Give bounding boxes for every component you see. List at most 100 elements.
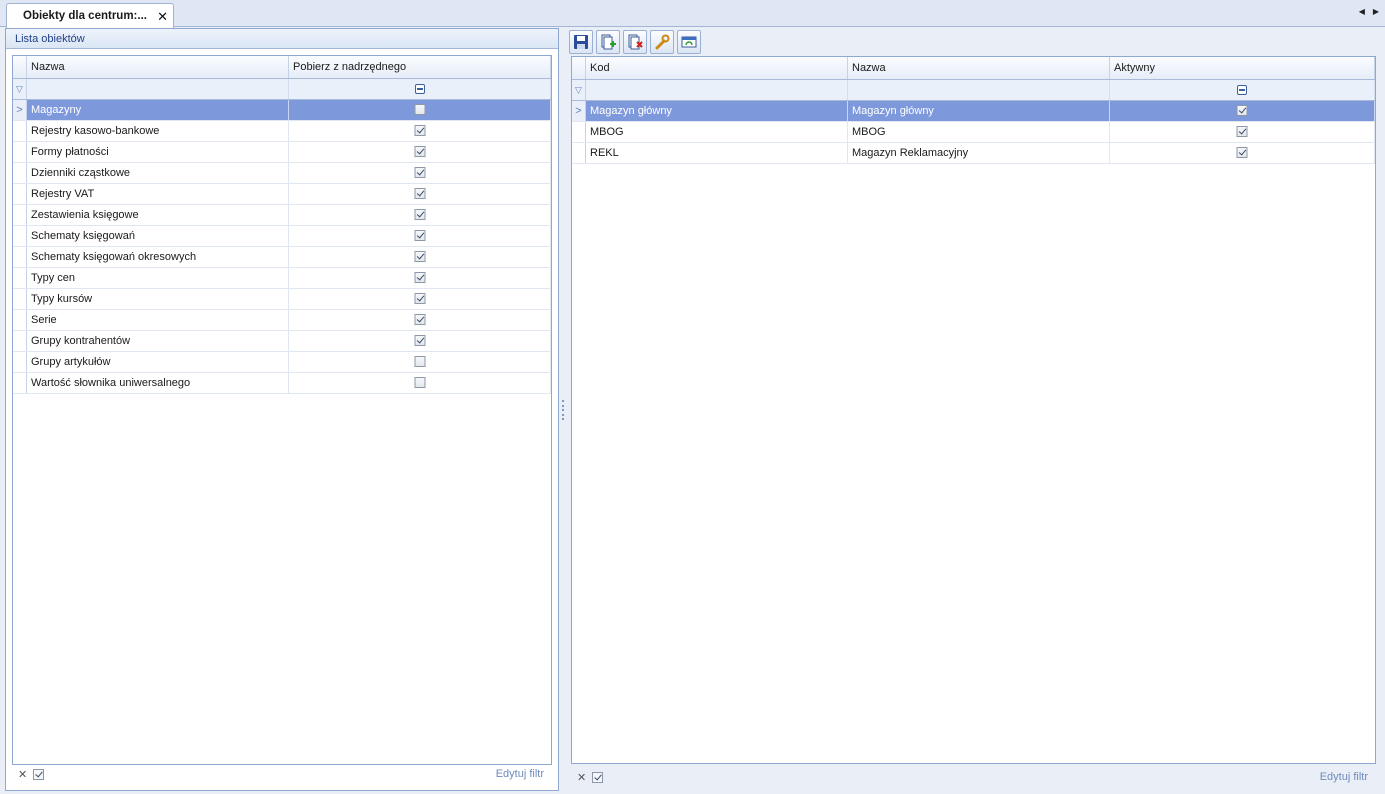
filter-cell-kod[interactable] [586,80,848,100]
refresh-window-icon [681,36,697,47]
cell-nazwa: Serie [27,310,289,330]
table-row[interactable]: Typy kursów [13,289,551,310]
cell-pobierz [289,184,551,204]
row-indicator[interactable] [13,289,27,309]
row-indicator[interactable] [13,373,27,393]
filter-checkbox-icon[interactable] [414,84,425,94]
row-indicator[interactable]: > [572,101,586,121]
inherit-checkbox[interactable] [414,125,425,136]
filter-enabled-checkbox[interactable] [33,768,45,780]
scroll-left-icon[interactable]: ◀ [1359,7,1365,16]
inherit-checkbox[interactable] [414,209,425,220]
table-row[interactable]: Typy cen [13,268,551,289]
inherit-checkbox[interactable] [414,377,425,388]
edit-filter-link[interactable]: Edytuj filtr [496,768,544,780]
filter-row[interactable]: ▽ [572,80,1375,101]
row-indicator[interactable] [13,226,27,246]
inherit-checkbox[interactable] [414,230,425,241]
inherit-checkbox[interactable] [414,146,425,157]
close-icon[interactable]: ✕ [157,9,168,25]
column-header-kod[interactable]: Kod [586,57,848,79]
cell-nazwa: Grupy artykułów [27,352,289,372]
filter-checkbox-icon[interactable] [1237,85,1247,95]
cell-kod: REKL [586,143,848,163]
column-header-aktywny[interactable]: Aktywny [1110,57,1375,79]
table-row[interactable]: Wartość słownika uniwersalnego [13,373,551,394]
filter-cell-pobierz[interactable] [289,79,551,99]
filter-cell-nazwa[interactable] [848,80,1110,100]
active-checkbox[interactable] [1236,105,1248,116]
cell-pobierz [289,247,551,267]
filter-cell-nazwa[interactable] [27,79,289,99]
table-row[interactable]: MBOG MBOG [572,122,1375,143]
row-indicator[interactable] [13,352,27,372]
row-indicator[interactable] [572,122,586,142]
object-list-rows: > Magazyny Rejestry kasowo-bankowe Formy pł… [13,100,551,394]
column-header-nazwa[interactable]: Nazwa [848,57,1110,79]
row-indicator[interactable] [572,143,586,163]
row-indicator[interactable] [13,163,27,183]
filter-row[interactable]: ▽ [13,79,551,100]
toolbar [567,28,1381,55]
table-row[interactable]: REKL Magazyn Reklamacyjny [572,143,1375,164]
panel-splitter[interactable] [561,400,564,420]
tab-obiekty[interactable]: Obiekty dla centrum:... ✕ [6,3,174,28]
table-row[interactable]: Rejestry VAT [13,184,551,205]
row-indicator[interactable] [13,268,27,288]
table-row[interactable]: > Magazyny [13,100,551,121]
delete-button[interactable] [623,29,647,54]
table-row[interactable]: Grupy artykułów [13,352,551,373]
scroll-right-icon[interactable]: ▶ [1373,7,1379,16]
inherit-checkbox[interactable] [414,356,425,367]
table-row[interactable]: Schematy księgowań [13,226,551,247]
column-header-nazwa[interactable]: Nazwa [27,56,289,78]
inherit-checkbox[interactable] [414,104,425,115]
floppy-disk-icon [574,34,588,49]
row-indicator[interactable] [13,205,27,225]
inherit-checkbox[interactable] [414,335,425,346]
grid-footer: ✕ Edytuj filtr [571,766,1376,788]
cell-aktywny [1110,143,1375,163]
filter-cell-aktywny[interactable] [1110,80,1375,100]
table-row[interactable]: Rejestry kasowo-bankowe [13,121,551,142]
active-checkbox[interactable] [1236,147,1248,158]
inherit-checkbox[interactable] [414,293,425,304]
cell-pobierz [289,331,551,351]
edit-filter-link[interactable]: Edytuj filtr [1320,771,1368,783]
row-indicator-header [572,57,586,79]
inherit-checkbox[interactable] [414,272,425,283]
edit-button[interactable] [650,29,674,54]
clear-filter-icon[interactable]: ✕ [577,771,586,784]
table-row[interactable]: Serie [13,310,551,331]
table-row[interactable]: > Magazyn główny Magazyn główny [572,101,1375,122]
row-indicator[interactable] [13,142,27,162]
filter-icon: ▽ [572,80,586,100]
filter-enabled-checkbox[interactable] [592,771,604,783]
object-list-grid: Nazwa Pobierz z nadrzędnego ▽ > Magazyny R… [12,55,552,765]
row-indicator[interactable]: > [13,100,27,120]
clear-filter-icon[interactable]: ✕ [18,768,27,781]
add-button[interactable] [596,29,620,54]
table-row[interactable]: Zestawienia księgowe [13,205,551,226]
inherit-checkbox[interactable] [414,251,425,262]
row-indicator[interactable] [13,310,27,330]
row-indicator[interactable] [13,121,27,141]
table-row[interactable]: Formy płatności [13,142,551,163]
object-list-panel: Lista obiektów Nazwa Pobierz z nadrzędne… [5,28,559,791]
row-indicator[interactable] [13,247,27,267]
column-header-pobierz[interactable]: Pobierz z nadrzędnego [289,56,551,78]
table-row[interactable]: Schematy księgowań okresowych [13,247,551,268]
inherit-checkbox[interactable] [414,188,425,199]
save-button[interactable] [569,29,593,54]
row-indicator[interactable] [13,184,27,204]
inherit-checkbox[interactable] [414,167,425,178]
cell-nazwa: Magazyny [27,100,289,120]
active-checkbox[interactable] [1236,126,1248,137]
inherit-checkbox[interactable] [414,314,425,325]
filter-icon: ▽ [13,79,27,99]
refresh-button[interactable] [677,29,701,54]
cell-aktywny [1110,101,1375,121]
table-row[interactable]: Dzienniki cząstkowe [13,163,551,184]
row-indicator[interactable] [13,331,27,351]
table-row[interactable]: Grupy kontrahentów [13,331,551,352]
